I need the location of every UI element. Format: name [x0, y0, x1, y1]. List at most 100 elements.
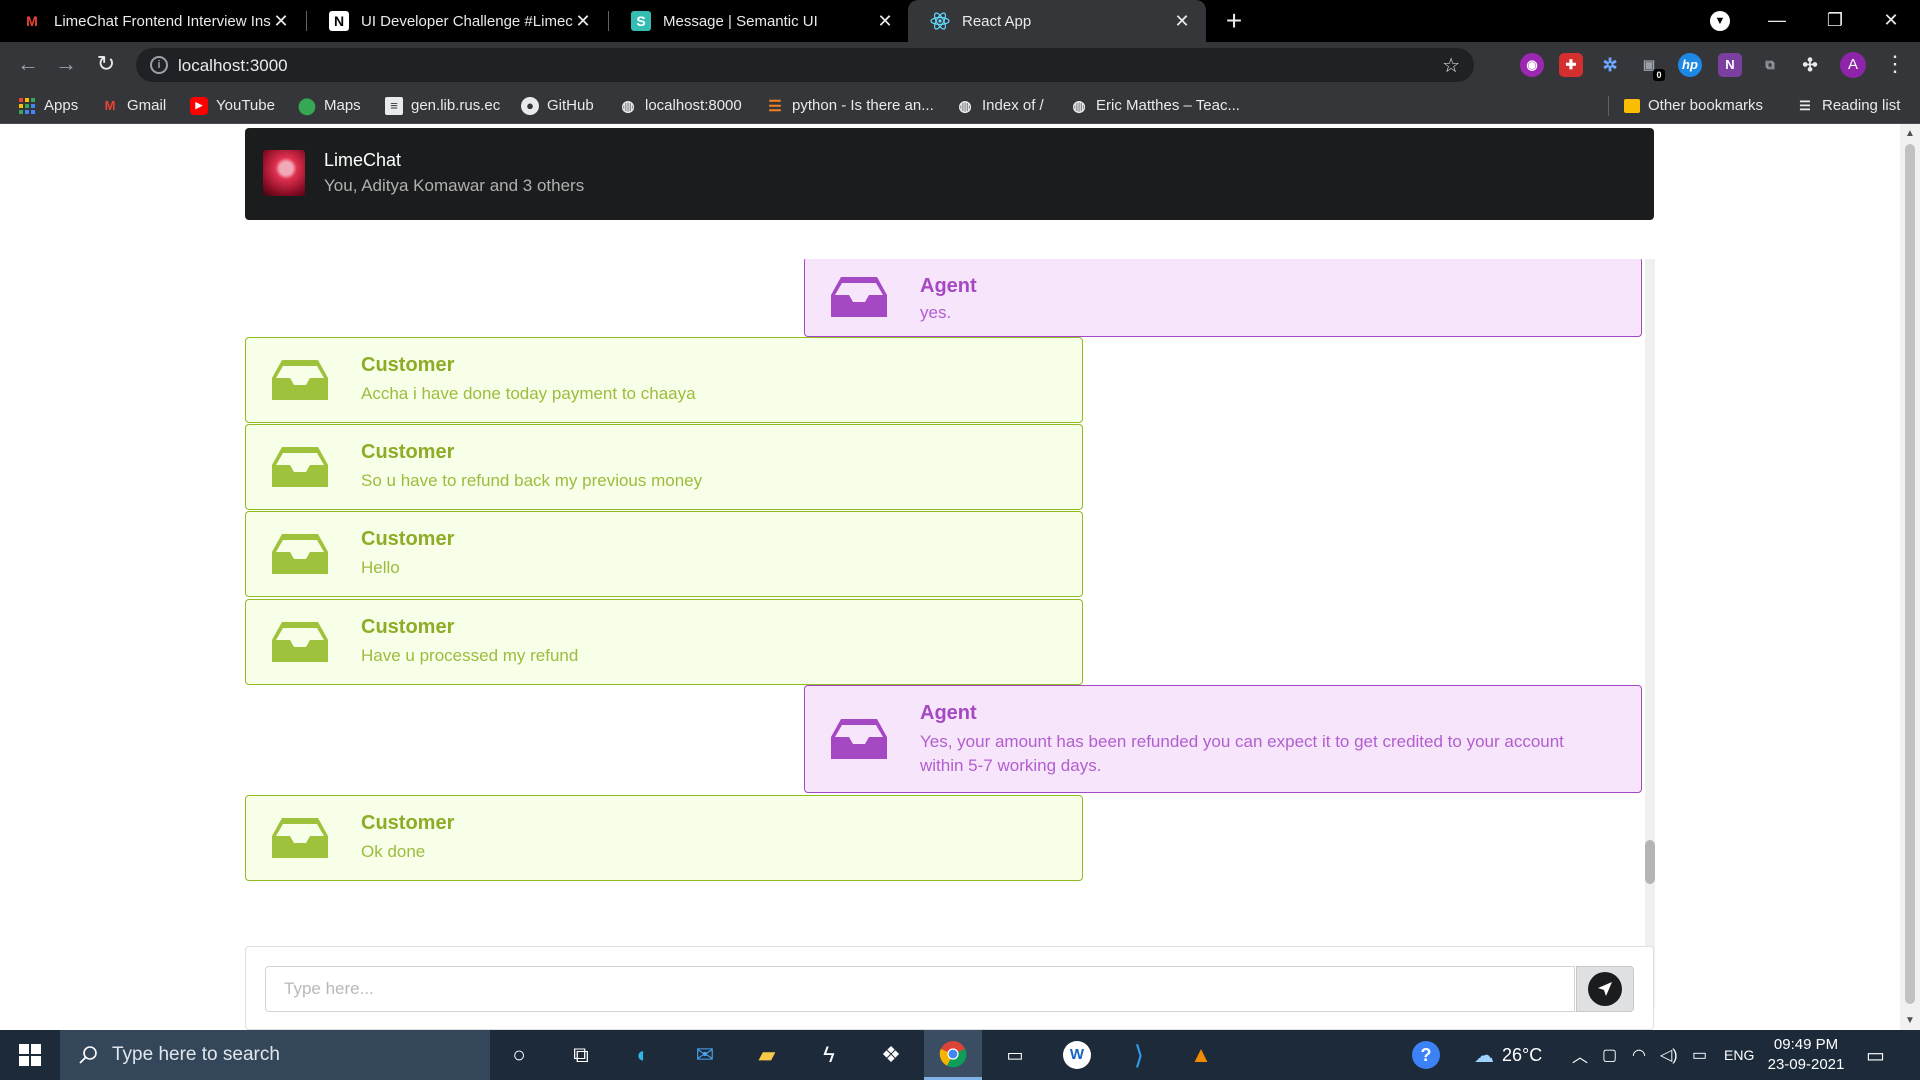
extension-blue-icon[interactable]: ✲	[1598, 53, 1622, 77]
message-author: Customer	[361, 441, 455, 463]
message-list-scrollbar[interactable]	[1645, 259, 1655, 1009]
bookmark-apps[interactable]: Apps	[18, 87, 78, 124]
tab-limechat-interview[interactable]: M LimeChat Frontend Interview Inst ✕	[0, 0, 305, 42]
tab-react-app[interactable]: React App ✕	[908, 0, 1206, 42]
message-composer	[245, 946, 1654, 1030]
close-tab-icon[interactable]: ✕	[573, 11, 593, 32]
globe-icon: ◍	[1072, 97, 1086, 115]
page-scroll-thumb[interactable]	[1905, 144, 1915, 1004]
bookmark-gmail[interactable]: M Gmail	[101, 87, 167, 124]
reload-button[interactable]: ↻	[90, 49, 122, 81]
windows-logo-icon	[19, 1044, 41, 1066]
taskbar-search[interactable]: Type here to search	[60, 1030, 490, 1080]
back-button[interactable]: ←	[12, 49, 44, 81]
extension-badge-icon[interactable]: ▣ 0	[1637, 53, 1665, 81]
send-button[interactable]	[1576, 966, 1634, 1012]
forward-button[interactable]: →	[50, 49, 82, 81]
windows-taskbar: Type here to search ○ ⧉ ◐ ✉ ▰ ϟ ❖ ▭ W ⟩ …	[0, 1030, 1920, 1080]
help-icon[interactable]: ?	[1412, 1030, 1440, 1080]
temperature: 26°C	[1502, 1044, 1543, 1065]
customer-message: Customer Have u processed my refund	[245, 599, 1083, 685]
search-icon	[79, 1046, 97, 1064]
close-tab-icon[interactable]: ✕	[1172, 11, 1192, 32]
message-text: Have u processed my refund	[361, 646, 579, 665]
extension-red-icon[interactable]: ✚	[1559, 53, 1583, 77]
message-list-scroll-thumb[interactable]	[1645, 840, 1655, 884]
battery-icon[interactable]: ▭	[1692, 1030, 1707, 1080]
minimize-window-button[interactable]: —	[1748, 0, 1806, 42]
windows-start-button[interactable]	[0, 1030, 60, 1080]
inbox-icon	[831, 719, 887, 759]
volume-icon[interactable]: ◁)	[1660, 1030, 1678, 1080]
app-w-icon[interactable]: W	[1048, 1030, 1106, 1080]
other-bookmarks[interactable]: Other bookmarks	[1624, 87, 1763, 124]
clock-date: 23-09-2021	[1767, 1056, 1845, 1073]
bookmark-youtube[interactable]: ▶ YouTube	[190, 87, 275, 124]
bookmark-label: Reading list	[1822, 97, 1901, 114]
bookmark-genlib[interactable]: ≡ gen.lib.rus.ec	[385, 87, 500, 124]
url-text[interactable]: localhost:3000	[178, 56, 288, 76]
tab-title: React App	[962, 12, 1032, 30]
github-icon: ●	[521, 96, 539, 115]
show-hidden-icons[interactable]: ︿	[1572, 1030, 1588, 1080]
hp-extension-icon[interactable]: hp	[1678, 53, 1702, 77]
restore-window-button[interactable]: ❐	[1806, 0, 1864, 42]
task-view-icon[interactable]: ⧉	[552, 1030, 610, 1080]
wifi-icon[interactable]: ◠	[1632, 1030, 1646, 1080]
address-bar[interactable]: i localhost:3000 ☆	[136, 48, 1474, 82]
bookmark-eric-matthes[interactable]: ◍ Eric Matthes – Teac...	[1070, 87, 1240, 124]
reading-list[interactable]: ☰ Reading list	[1796, 87, 1900, 124]
mail-icon[interactable]: ✉	[676, 1030, 734, 1080]
terminal-icon[interactable]: ▭	[986, 1030, 1044, 1080]
message-input[interactable]	[265, 966, 1575, 1012]
gmail-icon: M	[26, 13, 38, 29]
customer-message: Customer Ok done	[245, 795, 1083, 881]
browser-toolbar: ← → ↻ i localhost:3000 ☆ ◉ ✚ ✲ ▣ 0 hp N ⧉…	[0, 42, 1920, 87]
dropbox-icon[interactable]: ❖	[862, 1030, 920, 1080]
close-window-button[interactable]: ✕	[1862, 0, 1920, 42]
cortana-icon[interactable]: ○	[490, 1030, 548, 1080]
inbox-icon	[831, 276, 887, 317]
message-text: yes.	[920, 303, 952, 322]
tab-ui-developer-challenge[interactable]: N UI Developer Challenge #Limech ✕	[307, 0, 607, 42]
inbox-icon	[272, 818, 328, 858]
bookmark-github[interactable]: ● GitHub	[521, 87, 594, 124]
extensions-puzzle-icon[interactable]: ✣	[1798, 53, 1822, 77]
message-author: Customer	[361, 812, 455, 834]
message-list[interactable]: Agent yes. Customer Accha i have done to…	[245, 259, 1650, 1009]
edge-icon[interactable]: ◐	[614, 1030, 672, 1080]
language-indicator[interactable]: ENG	[1724, 1030, 1754, 1080]
bookmark-index[interactable]: ◍ Index of /	[956, 87, 1043, 124]
scroll-up-arrow-icon[interactable]: ▲	[1900, 128, 1920, 139]
extension-purple-icon[interactable]: ◉	[1520, 53, 1544, 77]
site-info-icon[interactable]: i	[150, 56, 168, 74]
notifications-icon[interactable]: ▭	[1866, 1030, 1885, 1080]
bookmark-stackoverflow[interactable]: ☰ python - Is there an...	[766, 87, 933, 124]
close-tab-icon[interactable]: ✕	[271, 11, 291, 32]
bookmark-maps[interactable]: ⬤ Maps	[298, 87, 361, 124]
message-text: Hello	[361, 558, 400, 577]
onenote-extension-icon[interactable]: N	[1718, 53, 1742, 77]
profile-avatar[interactable]: A	[1840, 52, 1866, 78]
tab-title: LimeChat Frontend Interview Inst	[54, 12, 271, 30]
system-clock[interactable]: 09:49 PM 23-09-2021	[1756, 1035, 1856, 1075]
new-tab-button[interactable]: +	[1218, 5, 1250, 37]
app-lightning-icon[interactable]: ϟ	[800, 1030, 858, 1080]
vscode-icon[interactable]: ⟩	[1110, 1030, 1168, 1080]
page-scrollbar[interactable]: ▲ ▼	[1900, 124, 1920, 1030]
file-explorer-icon[interactable]: ▰	[738, 1030, 796, 1080]
tab-semantic-ui[interactable]: S Message | Semantic UI ✕	[609, 0, 909, 42]
scroll-down-arrow-icon[interactable]: ▼	[1900, 1015, 1920, 1026]
extension-gray-icon[interactable]: ⧉	[1758, 53, 1782, 77]
bookmark-star-icon[interactable]: ☆	[1442, 53, 1460, 78]
chrome-icon[interactable]	[924, 1030, 982, 1080]
bookmark-label: YouTube	[216, 97, 275, 114]
vlc-icon[interactable]: ▲	[1172, 1030, 1230, 1080]
weather-widget[interactable]: ☁ 26°C	[1474, 1030, 1542, 1080]
close-tab-icon[interactable]: ✕	[875, 11, 895, 32]
bookmark-label: Maps	[324, 97, 361, 114]
bookmark-localhost-8000[interactable]: ◍ localhost:8000	[619, 87, 741, 124]
tab-search-dropdown-icon[interactable]: ▼	[1710, 11, 1730, 31]
browser-menu-icon[interactable]: ⋮	[1884, 50, 1906, 78]
meet-now-icon[interactable]: ▢	[1602, 1030, 1617, 1080]
